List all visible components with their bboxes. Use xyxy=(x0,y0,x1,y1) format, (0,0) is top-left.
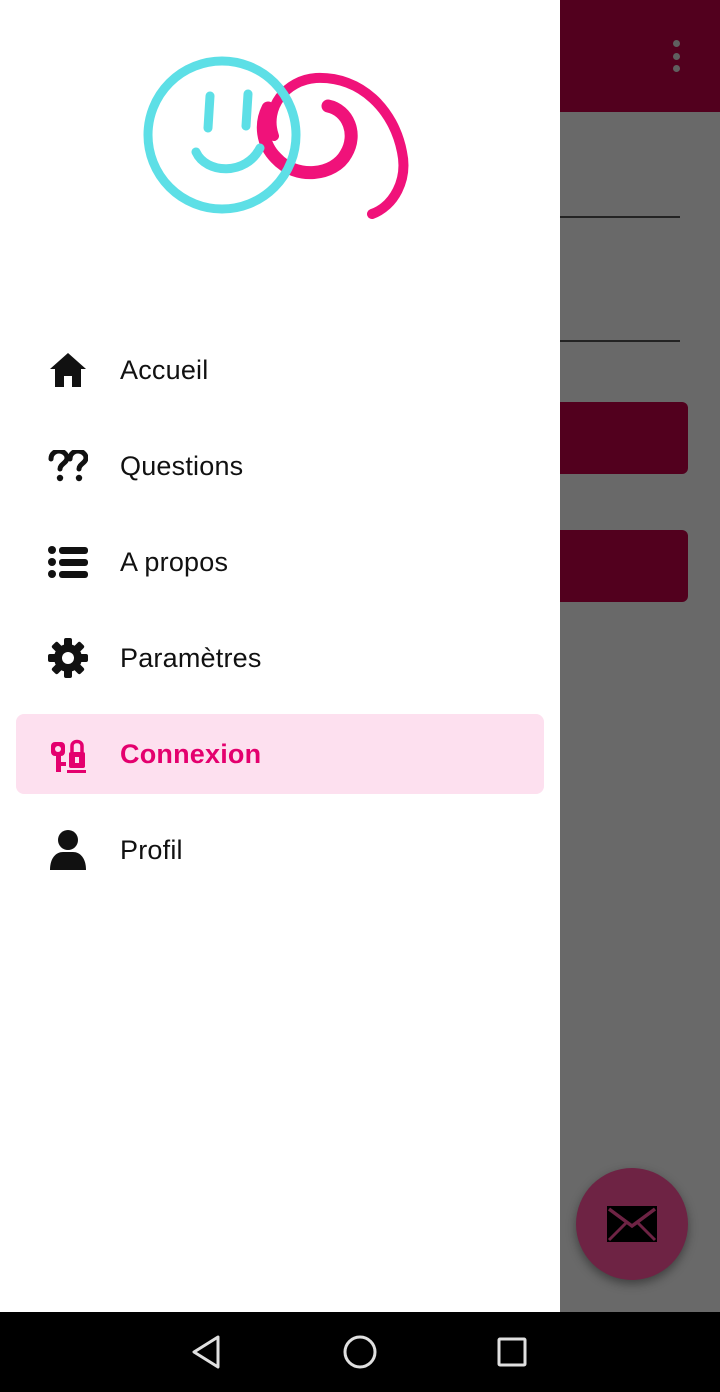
menu-item-parametres[interactable]: Paramètres xyxy=(16,618,544,698)
navigation-drawer: Accueil Questions A propos Paramètres Co… xyxy=(0,0,560,1312)
recents-square-icon[interactable] xyxy=(492,1332,532,1372)
gear-icon xyxy=(48,638,88,678)
login-key-lock-icon xyxy=(48,734,88,774)
double-question-icon xyxy=(48,446,88,486)
menu-item-label: Connexion xyxy=(120,738,262,769)
menu-item-connexion[interactable]: Connexion xyxy=(16,714,544,794)
home-icon xyxy=(48,350,88,390)
menu-item-label: Profil xyxy=(120,834,183,865)
menu-item-label: Accueil xyxy=(120,354,209,385)
menu-item-label: A propos xyxy=(120,546,229,577)
menu-item-profil[interactable]: Profil xyxy=(16,810,544,890)
email-fab[interactable] xyxy=(576,1168,688,1280)
menu-item-label: Questions xyxy=(120,450,244,481)
list-icon xyxy=(48,542,88,582)
drawer-menu: Accueil Questions A propos Paramètres Co… xyxy=(16,330,544,906)
app-logo xyxy=(143,56,409,219)
menu-item-label: Paramètres xyxy=(120,642,262,673)
user-icon xyxy=(48,830,88,870)
menu-item-questions[interactable]: Questions xyxy=(16,426,544,506)
back-triangle-icon[interactable] xyxy=(186,1332,226,1372)
system-navigation-bar xyxy=(0,1312,720,1392)
menu-item-accueil[interactable]: Accueil xyxy=(16,330,544,410)
home-circle-icon[interactable] xyxy=(340,1332,380,1372)
menu-item-a-propos[interactable]: A propos xyxy=(16,522,544,602)
email-icon xyxy=(607,1206,657,1242)
